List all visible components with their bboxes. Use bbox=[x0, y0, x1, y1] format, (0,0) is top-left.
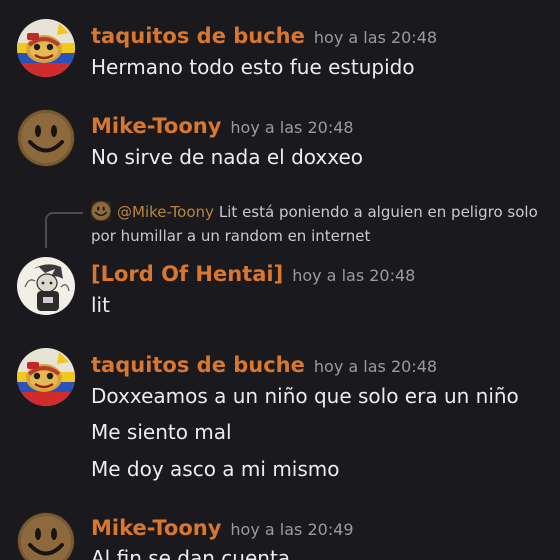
user-avatar[interactable] bbox=[17, 19, 75, 77]
message-timestamp: hoy a las 20:48 bbox=[292, 266, 416, 285]
user-avatar[interactable] bbox=[17, 109, 75, 167]
message-header: [Lord Of Hentai] hoy a las 20:48 bbox=[91, 262, 415, 286]
message-header: taquitos de buche hoy a las 20:48 bbox=[91, 353, 437, 377]
chat-message-list: taquitos de buche hoy a las 20:48 Hermano… bbox=[0, 0, 560, 560]
message-text: lit bbox=[91, 293, 110, 317]
message-text: Me doy asco a mi mismo bbox=[91, 457, 340, 481]
reply-avatar bbox=[91, 201, 111, 221]
message-header: Mike-Toony hoy a las 20:48 bbox=[91, 114, 354, 138]
message-text: Me siento mal bbox=[91, 420, 232, 444]
message-timestamp: hoy a las 20:49 bbox=[230, 520, 354, 539]
user-avatar[interactable] bbox=[17, 348, 75, 406]
message-text: Doxxeamos a un niño que solo era un niño bbox=[91, 384, 519, 408]
user-avatar[interactable] bbox=[17, 257, 75, 315]
message-text: Al fin se dan cuenta bbox=[91, 546, 291, 560]
taquito-avatar-icon bbox=[17, 348, 75, 406]
username[interactable]: taquitos de buche bbox=[91, 24, 305, 48]
sketch-avatar-icon bbox=[17, 257, 75, 315]
message-text: Hermano todo esto fue estupido bbox=[91, 55, 415, 79]
reply-text: Lit está poniendo a alguien en peligro s… bbox=[218, 203, 538, 221]
reply-text-continued: por humillar a un random en internet bbox=[91, 227, 371, 245]
message-timestamp: hoy a las 20:48 bbox=[313, 357, 438, 376]
reply-preview[interactable]: @Mike-Toony Lit está poniendo a alguien e… bbox=[91, 200, 551, 245]
username[interactable]: [Lord Of Hentai] bbox=[91, 262, 283, 286]
username[interactable]: Mike-Toony bbox=[91, 114, 221, 138]
message-timestamp: hoy a las 20:48 bbox=[313, 28, 438, 47]
smiley-avatar-icon bbox=[17, 109, 75, 167]
taquito-avatar-icon bbox=[17, 19, 75, 77]
message-text: No sirve de nada el doxxeo bbox=[91, 145, 363, 169]
reply-mention[interactable]: @Mike-Toony bbox=[117, 203, 214, 221]
message-header: Mike-Toony hoy a las 20:49 bbox=[91, 516, 354, 540]
username[interactable]: taquitos de buche bbox=[91, 353, 305, 377]
smiley-avatar-icon bbox=[91, 201, 111, 221]
username[interactable]: Mike-Toony bbox=[91, 516, 221, 540]
user-avatar[interactable] bbox=[17, 512, 75, 560]
message-header: taquitos de buche hoy a las 20:48 bbox=[91, 24, 437, 48]
message-timestamp: hoy a las 20:48 bbox=[230, 118, 354, 137]
smiley-avatar-icon bbox=[17, 512, 75, 560]
reply-connector bbox=[45, 212, 83, 248]
